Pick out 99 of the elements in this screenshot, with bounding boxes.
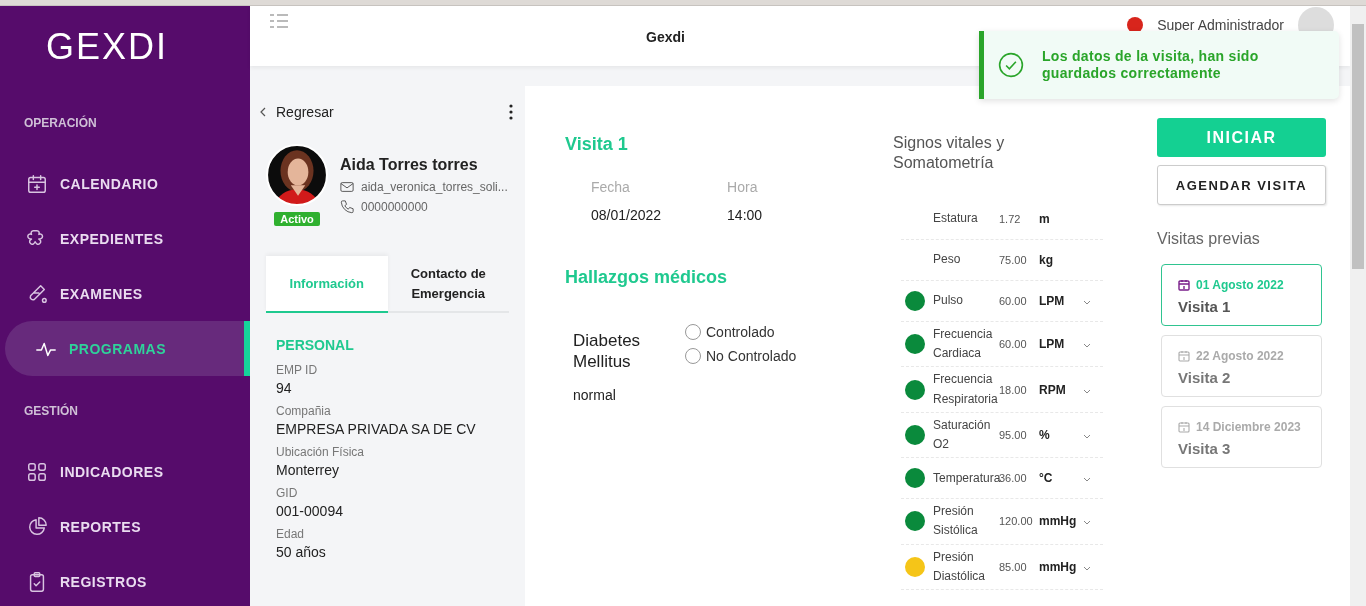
status-badge: Activo	[274, 212, 320, 226]
section-title: GESTIÓN	[23, 404, 79, 418]
visit-name: Visita 2	[1178, 369, 1232, 386]
vital-value: 85.00	[999, 560, 1028, 573]
time-label: Hora	[727, 179, 759, 195]
visit-date: 22 Agosto 2022	[1196, 348, 1284, 365]
calendar-icon	[1178, 421, 1190, 433]
schedule-button[interactable]: AGENDAR VISITA	[1157, 165, 1326, 205]
nav-item[interactable]: CALENDARIO	[0, 156, 250, 211]
user-name[interactable]: Super Administrador	[1157, 17, 1284, 33]
menu-icon[interactable]	[269, 14, 289, 28]
vital-unit: mmHg	[1039, 559, 1078, 574]
date-value: 08/01/2022	[591, 207, 662, 223]
time-value: 14:00	[727, 207, 763, 223]
toast-message: Los datos de la visita, han sido guardados correctamente	[1042, 48, 1260, 82]
patient-email: aida_veronica_torres_soli...	[361, 180, 508, 194]
visit-date: 01 Agosto 2022	[1196, 277, 1284, 294]
vital-value: 75.00	[999, 254, 1028, 266]
section-heading: PERSONAL	[276, 337, 355, 353]
scrollbar[interactable]	[1350, 6, 1366, 606]
visit-name: Visita 3	[1178, 440, 1232, 457]
calendar-icon	[1178, 279, 1190, 291]
vital-label: Peso	[932, 251, 962, 269]
calendar-icon	[1178, 350, 1190, 362]
vital-value: 36.00	[999, 472, 1028, 485]
app-title: Gexdi	[646, 29, 685, 45]
nav-item[interactable]: REPORTES	[0, 499, 250, 554]
vital-label: Saturación O2	[932, 416, 992, 453]
vital-unit: RPM	[1039, 382, 1067, 397]
chevron-down-icon[interactable]	[1083, 433, 1091, 439]
nav-item[interactable]: REGISTROS	[0, 554, 250, 606]
nav-item[interactable]: INDICADORES	[0, 444, 250, 499]
field-label: GID	[276, 486, 299, 500]
visit-name: Visita 1	[1178, 298, 1232, 315]
vital-label: Pulso	[932, 292, 965, 310]
visit-item[interactable]: 22 Agosto 2022 Visita 2	[1161, 335, 1322, 397]
field-value: Monterrey	[276, 462, 341, 478]
condition-name: Diabetes Mellitus	[573, 330, 642, 373]
vital-label: Presión Diastólica	[932, 548, 987, 585]
phone-icon	[340, 200, 354, 214]
patient-name: Aida Torres torres	[340, 156, 479, 174]
section-title: OPERACIÓN	[23, 116, 98, 130]
vital-value: 95.00	[999, 428, 1028, 441]
vital-value: 1.72	[999, 213, 1022, 225]
vital-label: Frecuencia Respiratoria	[932, 371, 999, 408]
vital-unit: °C	[1039, 471, 1054, 486]
visit-item[interactable]: 14 Diciembre 2023 Visita 3	[1161, 406, 1322, 468]
nav-item[interactable]: EXPEDIENTES	[0, 211, 250, 266]
vital-label: Temperatura	[932, 469, 999, 487]
patient-phone: 0000000000	[361, 200, 428, 214]
chevron-down-icon[interactable]	[1083, 300, 1091, 305]
vital-label: Estatura	[932, 210, 979, 228]
vital-unit: kg	[1039, 253, 1054, 267]
logo: GEXDI	[45, 25, 170, 69]
vital-value: 120.00	[999, 515, 1034, 528]
check-circle-icon	[998, 52, 1024, 78]
vital-label: Frecuencia Cardiaca	[932, 326, 994, 363]
vital-unit: LPM	[1039, 337, 1066, 352]
field-value: 001-00094	[276, 503, 344, 519]
vital-value: 60.00	[999, 295, 1028, 307]
chevron-down-icon[interactable]	[1083, 520, 1091, 526]
vitals-title: Signos vitales y Somatometría	[893, 133, 1006, 173]
chevron-left-icon	[260, 107, 266, 117]
vital-value: 60.00	[999, 338, 1028, 351]
tab[interactable]: Contacto de Emergencia	[387, 256, 509, 313]
vital-unit: LPM	[1039, 294, 1066, 308]
chevron-down-icon[interactable]	[1083, 477, 1091, 483]
visit-item[interactable]: 01 Agosto 2022 Visita 1	[1161, 264, 1322, 326]
chevron-down-icon[interactable]	[1083, 343, 1091, 349]
pie-chart-icon	[26, 515, 48, 538]
nav-item[interactable]: PROGRAMAS	[5, 321, 250, 376]
chevron-down-icon[interactable]	[1083, 388, 1091, 394]
vital-unit: mmHg	[1039, 514, 1078, 529]
visit-title: Visita 1	[565, 134, 629, 155]
nav-item[interactable]: EXAMENES	[0, 266, 250, 321]
back-link[interactable]: Regresar	[260, 104, 334, 120]
radio-option[interactable]: Controlado	[685, 324, 797, 340]
field-value: EMPRESA PRIVADA SA DE CV	[276, 421, 477, 437]
vital-unit: %	[1039, 427, 1051, 442]
field-value: 94	[276, 380, 293, 396]
field-value: 50 años	[276, 544, 327, 560]
chevron-down-icon[interactable]	[1083, 565, 1091, 571]
mail-icon	[340, 180, 354, 194]
note-text: normal	[573, 386, 617, 403]
grid-icon	[26, 460, 48, 483]
date-label: Fecha	[591, 179, 631, 195]
vital-value: 18.00	[999, 383, 1028, 396]
field-label: EMP ID	[276, 363, 319, 377]
radio-option[interactable]: No Controlado	[685, 348, 797, 364]
field-label: Ubicación Física	[276, 445, 366, 459]
vital-unit: m	[1039, 212, 1051, 226]
visit-date: 14 Diciembre 2023	[1196, 419, 1301, 436]
calendar-icon	[26, 172, 48, 195]
field-label: Edad	[276, 527, 306, 541]
findings-title: Hallazgos médicos	[565, 267, 729, 288]
more-icon[interactable]	[509, 104, 513, 120]
previous-visits-title: Visitas previas	[1157, 230, 1261, 248]
field-label: Compañia	[276, 404, 332, 418]
vital-label: Presión Sistólica	[932, 503, 979, 540]
